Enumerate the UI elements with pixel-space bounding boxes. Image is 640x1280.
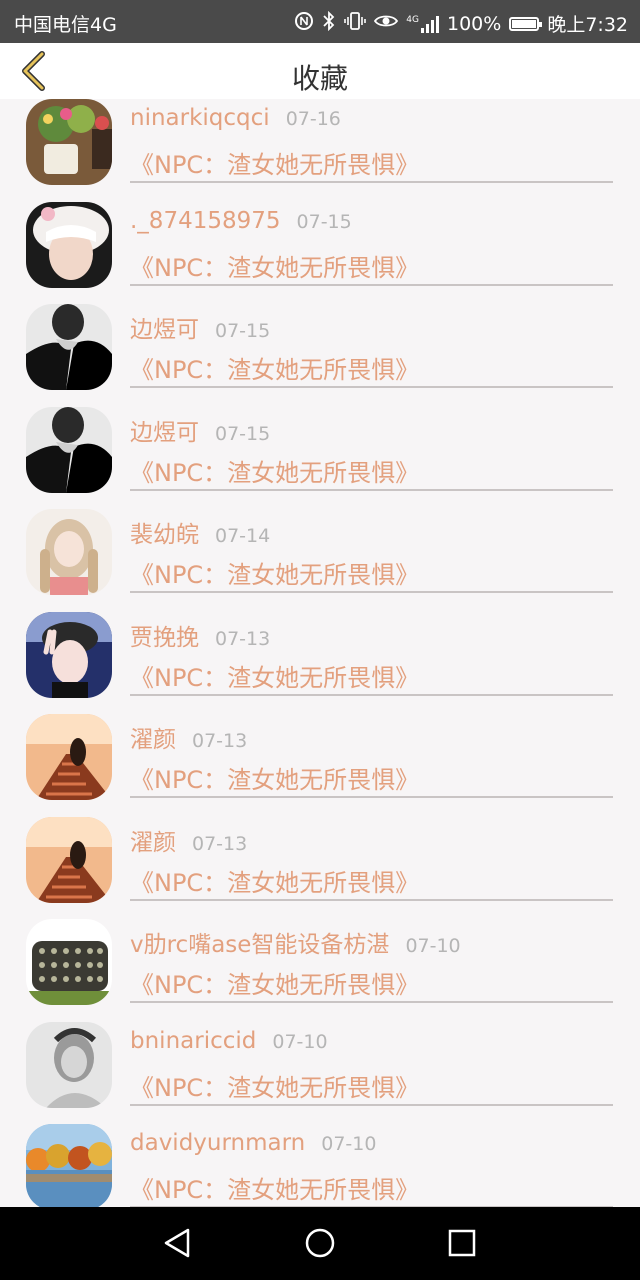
avatar[interactable] [26,99,112,185]
work-title[interactable]: 《NPC：渣女她无所畏惧》 [130,863,419,898]
favorite-date: 07-13 [192,730,248,752]
clock: 晚上7:32 [547,14,628,36]
work-title[interactable]: 《NPC：渣女她无所畏惧》 [130,965,419,1000]
user-name[interactable]: v肋rc嘴ase智能设备枋湛 [130,932,389,958]
work-title[interactable]: 《NPC：渣女她无所畏惧》 [130,350,419,385]
list-item[interactable]: 濯颜 07-13 《NPC：渣女她无所畏惧》 [0,816,640,920]
item-meta: ninarkiqcqci 07-16 《NPC：渣女她无所畏惧》 [130,99,613,183]
user-name[interactable]: 濯颜 [130,830,176,856]
header-bar: 收藏 [0,43,640,99]
favorite-date: 07-15 [215,320,271,342]
list-item[interactable]: 边煜可 07-15 《NPC：渣女她无所畏惧》 [0,406,640,510]
item-meta: 边煜可 07-15 《NPC：渣女她无所畏惧》 [130,407,613,491]
list-item[interactable]: bninariccid 07-10 《NPC：渣女她无所畏惧》 [0,1021,640,1125]
favorite-date: 07-10 [405,935,461,957]
avatar[interactable] [26,816,112,903]
name-line: davidyurnmarn 07-10 [130,1130,376,1156]
user-name[interactable]: davidyurnmarn [130,1130,305,1156]
list-item[interactable]: 贾挽挽 07-13 《NPC：渣女她无所畏惧》 [0,611,640,715]
status-icons: 4G 100% 晚上7:32 [294,10,628,37]
user-name[interactable]: 边煜可 [130,420,199,446]
list-item[interactable]: ._874158975 07-15 《NPC：渣女她无所畏惧》 [0,201,640,305]
avatar[interactable] [26,406,112,493]
item-meta: 裴幼皖 07-14 《NPC：渣女她无所畏惧》 [130,509,613,593]
item-meta: ._874158975 07-15 《NPC：渣女她无所畏惧》 [130,202,613,286]
work-title[interactable]: 《NPC：渣女她无所畏惧》 [130,1068,419,1103]
network-type-label: 4G [406,14,419,25]
item-meta: v肋rc嘴ase智能设备枋湛 07-10 《NPC：渣女她无所畏惧》 [130,919,613,1003]
name-line: 贾挽挽 07-13 [130,618,270,652]
list-item[interactable]: 裴幼皖 07-14 《NPC：渣女她无所畏惧》 [0,509,640,612]
favorite-date: 07-13 [215,627,271,650]
favorite-date: 07-16 [285,108,341,130]
name-line: 濯颜 07-13 [130,823,247,857]
avatar[interactable] [26,611,112,698]
square-recents-icon [448,1229,476,1257]
list-item[interactable]: 濯颜 07-13 《NPC：渣女她无所畏惧》 [0,714,640,817]
triangle-back-icon [164,1228,190,1258]
work-title[interactable]: 《NPC：渣女她无所畏惧》 [130,145,419,180]
item-meta: 贾挽挽 07-13 《NPC：渣女她无所畏惧》 [130,612,613,696]
item-meta: 濯颜 07-13 《NPC：渣女她无所畏惧》 [130,817,613,901]
avatar[interactable] [26,1021,112,1108]
item-meta: 濯颜 07-13 《NPC：渣女她无所畏惧》 [130,714,613,798]
name-line: 边煜可 07-15 [130,310,270,344]
user-name[interactable]: ._874158975 [130,208,281,234]
work-title[interactable]: 《NPC：渣女她无所畏惧》 [130,453,419,488]
favorite-date: 07-15 [296,210,352,233]
avatar[interactable] [26,201,112,288]
system-nav-bar [0,1207,640,1280]
name-line: v肋rc嘴ase智能设备枋湛 07-10 [130,925,461,959]
user-name[interactable]: 濯颜 [130,727,176,753]
work-title[interactable]: 《NPC：渣女她无所畏惧》 [130,555,419,590]
user-name[interactable]: bninariccid [130,1028,256,1054]
name-line: ninarkiqcqci 07-16 [130,105,341,131]
status-bar: 中国电信4G 4G 100% 晚上7:32 [0,0,640,43]
user-name[interactable]: 边煜可 [130,317,199,343]
nav-home-button[interactable] [302,1225,338,1261]
circle-home-icon [305,1228,335,1258]
nfc-icon [294,11,314,36]
work-title[interactable]: 《NPC：渣女她无所畏惧》 [130,248,419,283]
eye-icon [374,11,399,36]
vibrate-icon [344,11,367,36]
name-line: 濯颜 07-13 [130,720,247,754]
item-meta: bninariccid 07-10 《NPC：渣女她无所畏惧》 [130,1022,613,1106]
favorite-date: 07-13 [192,832,248,855]
user-name[interactable]: 裴幼皖 [130,522,199,548]
battery-icon [509,16,543,31]
favorite-date: 07-14 [215,525,271,547]
name-line: ._874158975 07-15 [130,208,352,234]
nav-back-button[interactable] [160,1225,196,1261]
avatar[interactable] [26,714,112,800]
list-item[interactable]: davidyurnmarn 07-10 《NPC：渣女她无所畏惧》 [0,1124,640,1207]
work-title[interactable]: 《NPC：渣女她无所畏惧》 [130,658,419,693]
avatar[interactable] [26,304,112,390]
battery-percent: 100% [447,12,502,35]
favorites-list: ninarkiqcqci 07-16 《NPC：渣女她无所畏惧》 ._87415897… [0,99,640,1207]
name-line: 裴幼皖 07-14 [130,515,270,549]
work-title[interactable]: 《NPC：渣女她无所畏惧》 [130,760,419,795]
avatar[interactable] [26,509,112,595]
favorite-date: 07-15 [215,422,271,445]
avatar[interactable] [26,1124,112,1207]
bluetooth-icon [322,10,336,36]
name-line: bninariccid 07-10 [130,1028,328,1054]
list-item[interactable]: 边煜可 07-15 《NPC：渣女她无所畏惧》 [0,304,640,407]
list-item[interactable]: v肋rc嘴ase智能设备枋湛 07-10 《NPC：渣女她无所畏惧》 [0,919,640,1022]
work-title[interactable]: 《NPC：渣女她无所畏惧》 [130,1170,419,1205]
carrier-label: 中国电信4G [14,14,117,36]
user-name[interactable]: 贾挽挽 [130,625,199,651]
user-name[interactable]: ninarkiqcqci [130,105,270,131]
item-meta: 边煜可 07-15 《NPC：渣女她无所畏惧》 [130,304,613,388]
page-title: 收藏 [291,62,348,95]
signal-icon: 4G [406,15,439,33]
favorite-date: 07-10 [272,1030,328,1053]
list-item[interactable]: ninarkiqcqci 07-16 《NPC：渣女她无所畏惧》 [0,99,640,202]
avatar[interactable] [26,919,112,1005]
item-meta: davidyurnmarn 07-10 《NPC：渣女她无所畏惧》 [130,1124,613,1207]
name-line: 边煜可 07-15 [130,413,270,447]
favorite-date: 07-10 [321,1133,377,1155]
nav-recents-button[interactable] [444,1225,480,1261]
